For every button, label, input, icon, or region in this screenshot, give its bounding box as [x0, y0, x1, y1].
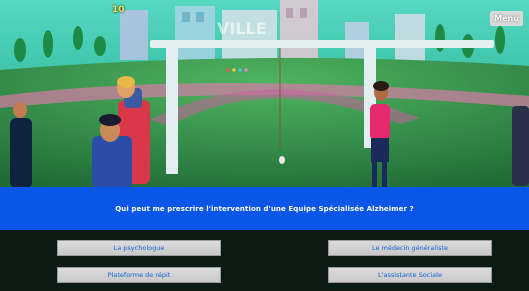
- answer-button-plateforme[interactable]: Plateforme de répit: [57, 267, 221, 283]
- lawn: [0, 57, 529, 188]
- answer-panel: La psychologue Le médecin généraliste Pl…: [0, 230, 529, 291]
- answer-button-assistante[interactable]: L'assistante Sociale: [328, 267, 492, 283]
- character-right-edge: [512, 106, 529, 186]
- menu-button[interactable]: Menu: [490, 11, 523, 26]
- town-sign: VILLE: [217, 19, 267, 38]
- question-bar: Qui peut me prescrire l'intervention d'u…: [0, 187, 529, 230]
- hanging-lantern: [279, 156, 285, 164]
- answer-button-medecin[interactable]: Le médecin généraliste: [328, 240, 492, 256]
- answer-button-psychologue[interactable]: La psychologue: [57, 240, 221, 256]
- game-screen: VILLE 10 Menu Qui peut me prescrire l'in…: [0, 0, 529, 291]
- question-text: Qui peut me prescrire l'intervention d'u…: [115, 204, 414, 213]
- score-counter: 10: [112, 5, 125, 15]
